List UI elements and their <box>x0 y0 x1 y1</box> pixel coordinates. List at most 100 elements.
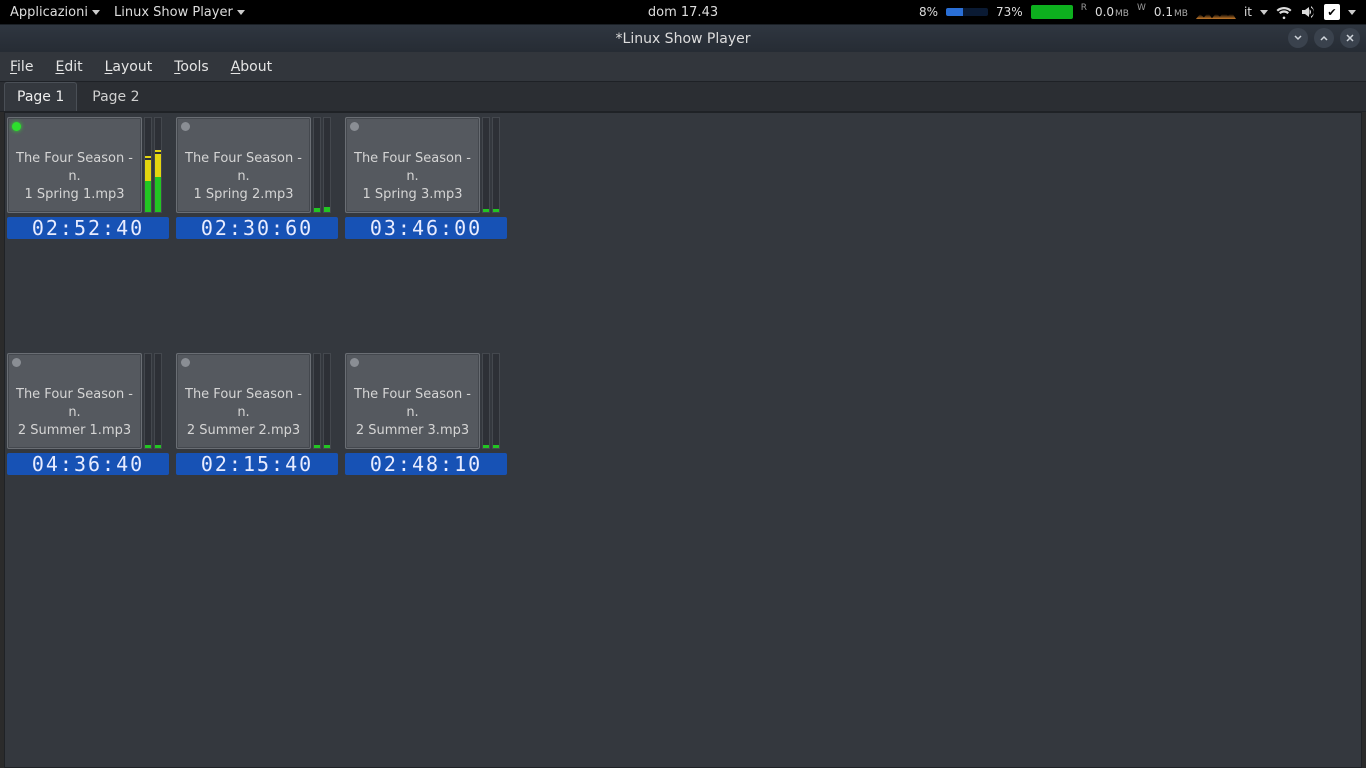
menu-tools[interactable]: Tools <box>174 59 209 75</box>
cue-block: The Four Season - n. 1 Spring 3.mp3 <box>345 117 510 213</box>
menu-edit[interactable]: Edit <box>55 59 82 75</box>
mem-percent: 73% <box>996 5 1023 19</box>
status-dot-idle-icon <box>350 358 359 367</box>
net-spark-icon <box>1196 5 1236 19</box>
vu-channel <box>313 353 321 449</box>
cue-time: 02:15:40 <box>176 453 338 475</box>
cue-group: The Four Season - n. 2 Summer 1.mp304:36… <box>7 353 172 449</box>
vu-channel <box>313 117 321 213</box>
minimize-button[interactable] <box>1288 28 1308 48</box>
vu-level <box>324 445 330 448</box>
cue-row: The Four Season - n. 1 Spring 1.mp302:52… <box>7 117 1359 213</box>
top-panel: Applicazioni Linux Show Player dom 17.43… <box>0 0 1366 24</box>
cue-time: 02:48:10 <box>345 453 507 475</box>
vu-meter <box>313 117 333 213</box>
vu-level <box>493 445 499 448</box>
applications-menu-label: Applicazioni <box>10 5 88 20</box>
cue-button[interactable]: The Four Season - n. 1 Spring 2.mp3 <box>176 117 311 213</box>
vu-channel <box>492 117 500 213</box>
menu-file[interactable]: File <box>10 59 33 75</box>
cue-time: 02:30:60 <box>176 217 338 239</box>
net-recv-label: R <box>1081 3 1087 13</box>
vu-channel <box>144 117 152 213</box>
net-send: 0.1 MB <box>1154 5 1188 19</box>
vu-level <box>483 445 489 448</box>
vu-meter <box>482 353 502 449</box>
vu-meter <box>144 353 164 449</box>
vu-peak-icon <box>155 150 161 152</box>
status-dot-playing-icon <box>12 122 21 131</box>
vu-level <box>145 445 151 448</box>
cue-button[interactable]: The Four Season - n. 1 Spring 3.mp3 <box>345 117 480 213</box>
status-dot-idle-icon <box>12 358 21 367</box>
cue-time: 03:46:00 <box>345 217 507 239</box>
window-titlebar: *Linux Show Player <box>0 24 1366 52</box>
tab-page-1[interactable]: Page 1 <box>4 82 77 111</box>
cue-title: The Four Season - n. 2 Summer 2.mp3 <box>179 386 308 440</box>
dropdown-icon <box>237 10 245 15</box>
vu-level <box>483 209 489 212</box>
vu-channel <box>144 353 152 449</box>
cue-button[interactable]: The Four Season - n. 1 Spring 1.mp3 <box>7 117 142 213</box>
vu-level <box>155 154 161 212</box>
mem-meter-icon <box>1031 5 1073 19</box>
status-dot-idle-icon <box>181 122 190 131</box>
wifi-icon[interactable] <box>1276 4 1292 20</box>
cue-block: The Four Season - n. 2 Summer 3.mp3 <box>345 353 510 449</box>
focused-app-label: Linux Show Player <box>114 5 233 20</box>
cue-block: The Four Season - n. 1 Spring 1.mp3 <box>7 117 172 213</box>
cue-title: The Four Season - n. 1 Spring 2.mp3 <box>179 150 308 204</box>
cue-title: The Four Season - n. 1 Spring 1.mp3 <box>10 150 139 204</box>
vu-meter <box>482 117 502 213</box>
vu-channel <box>154 117 162 213</box>
vu-level <box>324 207 330 212</box>
cue-workspace[interactable]: The Four Season - n. 1 Spring 1.mp3 02:52… <box>4 112 1362 768</box>
vu-level <box>314 208 320 212</box>
cue-title: The Four Season - n. 2 Summer 1.mp3 <box>10 386 139 440</box>
updates-icon[interactable]: ✔ <box>1324 4 1340 20</box>
cue-group: The Four Season - n. 1 Spring 3.mp303:46… <box>345 117 510 213</box>
panel-clock[interactable]: dom 17.43 <box>648 5 718 20</box>
cue-block: The Four Season - n. 2 Summer 2.mp3 <box>176 353 341 449</box>
volume-icon[interactable] <box>1300 4 1316 20</box>
menu-layout[interactable]: Layout <box>105 59 153 75</box>
cue-button[interactable]: The Four Season - n. 2 Summer 2.mp3 <box>176 353 311 449</box>
vu-peak-icon <box>145 156 151 158</box>
cue-time: 02:52:40 <box>7 217 169 239</box>
vu-level <box>314 445 320 448</box>
cue-block: The Four Season - n. 1 Spring 2.mp3 <box>176 117 341 213</box>
net-send-label: W <box>1137 3 1146 13</box>
vu-channel <box>323 353 331 449</box>
cue-title: The Four Season - n. 2 Summer 3.mp3 <box>348 386 477 440</box>
dropdown-icon <box>92 10 100 15</box>
cpu-meter-icon <box>946 8 988 16</box>
menu-about[interactable]: About <box>231 59 272 75</box>
vu-channel <box>492 353 500 449</box>
vu-meter <box>144 117 164 213</box>
cpu-percent: 8% <box>919 5 938 19</box>
status-dot-idle-icon <box>181 358 190 367</box>
tabbar: Page 1 Page 2 <box>0 82 1366 112</box>
dropdown-icon <box>1260 10 1268 15</box>
net-recv: 0.0 MB <box>1095 5 1129 19</box>
close-button[interactable] <box>1340 28 1360 48</box>
keyboard-layout[interactable]: it <box>1244 5 1252 19</box>
cue-button[interactable]: The Four Season - n. 2 Summer 3.mp3 <box>345 353 480 449</box>
applications-menu[interactable]: Applicazioni <box>10 5 100 20</box>
window-title: *Linux Show Player <box>616 31 751 47</box>
vu-channel <box>323 117 331 213</box>
status-dot-idle-icon <box>350 122 359 131</box>
menubar: File Edit Layout Tools About <box>0 52 1366 82</box>
cue-time: 04:36:40 <box>7 453 169 475</box>
vu-level <box>155 445 161 448</box>
vu-level <box>145 160 151 212</box>
focused-app-menu[interactable]: Linux Show Player <box>114 5 245 20</box>
cue-row: The Four Season - n. 2 Summer 1.mp304:36… <box>7 353 1359 449</box>
vu-level <box>493 209 499 212</box>
tab-page-2[interactable]: Page 2 <box>79 82 152 111</box>
cue-button[interactable]: The Four Season - n. 2 Summer 1.mp3 <box>7 353 142 449</box>
dropdown-icon <box>1348 10 1356 15</box>
vu-channel <box>482 353 490 449</box>
maximize-button[interactable] <box>1314 28 1334 48</box>
vu-channel <box>154 353 162 449</box>
